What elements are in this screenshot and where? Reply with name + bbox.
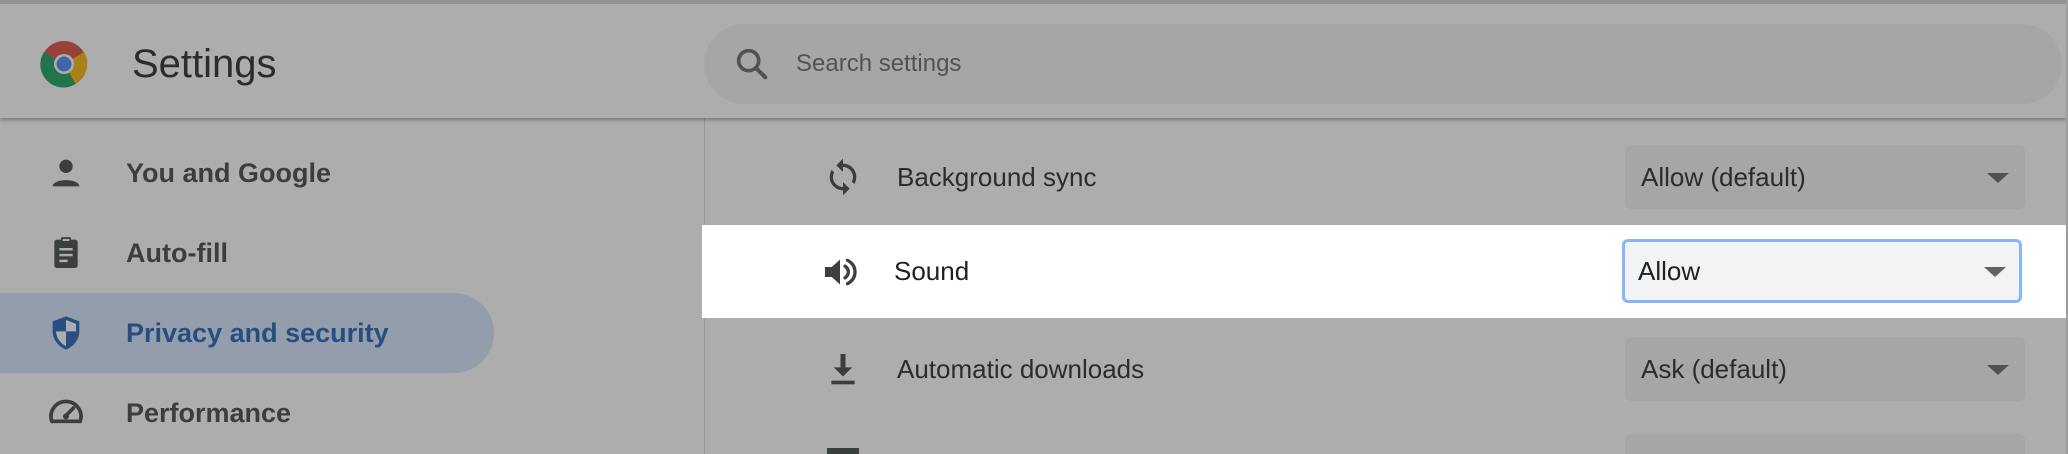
search-input[interactable]	[796, 24, 1996, 104]
sidebar: You and Google Auto-fill Privacy and sec…	[0, 118, 704, 454]
sidebar-item-label: Privacy and security	[126, 318, 389, 348]
permission-label: Automatic downloads	[897, 354, 1145, 384]
clipboard-icon	[54, 237, 78, 268]
select-value: Allow	[1638, 256, 1701, 286]
sound-select[interactable]: Allow	[1622, 239, 2022, 303]
download-icon	[831, 354, 855, 385]
permission-row-automatic-downloads: Automatic downloads Ask (default)	[705, 321, 2065, 417]
dropdown-arrow-icon	[1987, 365, 2009, 375]
shield-icon	[52, 316, 80, 350]
speedometer-icon	[49, 399, 83, 424]
next-permission-select[interactable]	[1625, 434, 2025, 454]
dropdown-arrow-icon	[1987, 173, 2009, 183]
permission-row-sound: Sound Allow	[702, 225, 2066, 318]
automatic-downloads-select[interactable]: Ask (default)	[1625, 337, 2025, 401]
select-value: Ask (default)	[1641, 354, 1787, 384]
page-title: Settings	[132, 42, 277, 86]
chrome-logo-icon	[40, 41, 88, 88]
permission-label: Background sync	[897, 162, 1097, 192]
permission-row-background-sync: Background sync Allow (default)	[705, 129, 2065, 225]
select-value: Allow (default)	[1641, 162, 1806, 192]
sidebar-item-auto-fill[interactable]: Auto-fill	[0, 213, 494, 293]
search-icon[interactable]	[732, 44, 772, 84]
search-bar[interactable]	[704, 24, 2062, 104]
speaker-icon	[825, 258, 857, 286]
sidebar-item-you-and-google[interactable]: You and Google	[0, 133, 494, 213]
sidebar-item-performance[interactable]: Performance	[0, 373, 494, 453]
sync-icon	[829, 158, 857, 196]
background-sync-select[interactable]: Allow (default)	[1625, 145, 2025, 209]
sidebar-item-privacy-and-security[interactable]: Privacy and security	[0, 293, 494, 373]
dropdown-arrow-icon	[1984, 267, 2006, 277]
sidebar-item-label: Performance	[126, 398, 292, 428]
person-icon	[52, 159, 80, 187]
permission-label: Sound	[894, 256, 970, 286]
sidebar-item-label: Auto-fill	[126, 238, 228, 268]
sound-row: Sound Allow	[702, 225, 2062, 318]
sidebar-item-label: You and Google	[126, 158, 331, 188]
top-bar: Settings	[0, 0, 2068, 118]
partial-row-icon	[827, 448, 859, 454]
